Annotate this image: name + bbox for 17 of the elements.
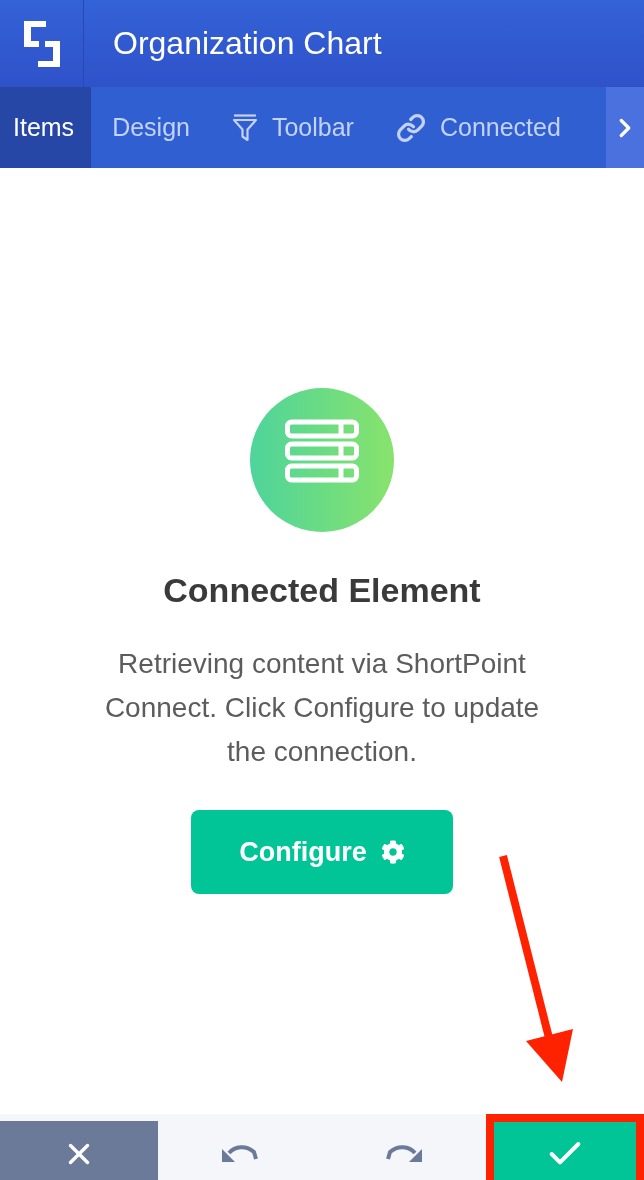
card-title: Connected Element <box>163 570 481 611</box>
link-icon <box>395 112 426 143</box>
database-icon <box>250 388 394 532</box>
redo-icon <box>386 1144 422 1164</box>
filter-icon <box>231 113 258 142</box>
logo-icon <box>23 20 60 67</box>
settings-icon <box>380 840 405 864</box>
tab[interactable]: Design <box>91 87 211 168</box>
tab[interactable]: Connected <box>374 87 582 168</box>
tab[interactable]: Toolbar <box>210 87 375 168</box>
scroll-tabs-button[interactable] <box>606 87 644 168</box>
window-title: Organization Chart <box>112 24 382 63</box>
card-description: Retrieving content via ShortPoint Connect. Click Configure to update the connection. <box>103 647 541 769</box>
tab[interactable]: Items <box>0 87 92 168</box>
confirm-button[interactable] <box>486 1114 644 1180</box>
configure-button[interactable]: Configure <box>191 810 453 894</box>
undo-icon <box>222 1144 258 1164</box>
